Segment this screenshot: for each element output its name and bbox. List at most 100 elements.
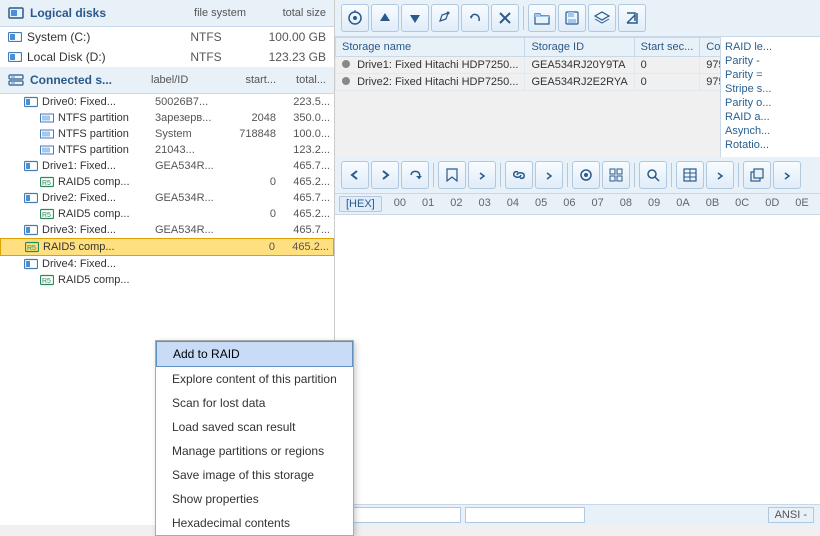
edit-icon [438,11,452,25]
search-button[interactable] [639,161,667,189]
table-down-button[interactable] [706,161,734,189]
context-explore-content[interactable]: Explore content of this partition [156,367,353,391]
chevron3-icon [716,168,724,182]
raid5-comp2[interactable]: R5 RAID5 comp... 0 465.2... [0,206,334,222]
info-asynch[interactable]: Asynch... [725,125,816,137]
drive0-label: 50026B7... [155,96,225,108]
table-row[interactable]: Drive2: Fixed Hitachi HDP7250... GEA534R… [336,74,721,91]
info-parity-order[interactable]: Parity o... [725,97,816,109]
status-input1[interactable] [341,507,461,523]
raid5-comp1[interactable]: R5 RAID5 comp... 0 465.2... [0,174,334,190]
toolbar-sep1 [523,6,524,30]
up-icon [378,11,392,25]
info-stripe-size[interactable]: Stripe s... [725,83,816,95]
context-manage-partitions[interactable]: Manage partitions or regions [156,439,353,463]
ntfs-part3[interactable]: NTFS partition 21043... 123.2... [0,142,334,158]
bookmark-down-button[interactable] [468,161,496,189]
ntfs-part1[interactable]: NTFS partition 3apезерв... 2048 350.0... [0,110,334,126]
back-button[interactable] [341,161,369,189]
folder-button[interactable] [528,4,556,32]
replay-icon [408,168,422,182]
storage-section: Storage name Storage ID Start sec... Cou… [335,37,820,157]
svg-text:R5: R5 [42,278,51,285]
undo-button[interactable] [461,4,489,32]
raid5-2-start: 0 [225,208,280,220]
export-button[interactable] [618,4,646,32]
link-down-button[interactable] [535,161,563,189]
down-button[interactable] [401,4,429,32]
bookmark-button[interactable] [438,161,466,189]
open-disk-button[interactable] [341,4,369,32]
copy-down-button[interactable] [773,161,801,189]
partition-icon2 [40,128,54,140]
info-parity-equals[interactable]: Parity = [725,69,816,81]
toolbar2-sep5 [671,163,672,187]
copy-icon [750,168,764,182]
toolbar2-sep3 [567,163,568,187]
drive3-item[interactable]: Drive3: Fixed... GEA534R... 465.7... [0,222,334,238]
storage-table: Storage name Storage ID Start sec... Cou… [335,37,720,91]
up-button[interactable] [371,4,399,32]
storage-table-wrapper: Storage name Storage ID Start sec... Cou… [335,37,720,157]
col-size-header: total size [246,7,326,19]
raid5-sel-name: RAID5 comp... [43,241,154,253]
context-scan-lost-data[interactable]: Scan for lost data [156,391,353,415]
context-load-scan[interactable]: Load saved scan result [156,415,353,439]
info-raid-level[interactable]: RAID le... [725,41,816,53]
close-icon [499,12,511,24]
raid5-comp4[interactable]: R5 RAID5 comp... [0,272,334,288]
hex-header: [HEX] 00 01 02 03 04 05 06 07 08 09 0A 0… [335,194,820,215]
context-add-to-raid[interactable]: Add to RAID [156,341,353,367]
drive2-label: GEA534R... [155,192,225,204]
drive1-item[interactable]: Drive1: Fixed... GEA534R... 465.7... [0,158,334,174]
undo-icon [468,11,482,25]
drive1-label: GEA534R... [155,160,225,172]
grid-button[interactable] [602,161,630,189]
context-show-properties[interactable]: Show properties [156,487,353,511]
drive4-name: Drive4: Fixed... [42,258,155,270]
col-storage-name: Storage name [336,38,525,57]
info-raid-array[interactable]: RAID a... [725,111,816,123]
context-save-image[interactable]: Save image of this storage [156,463,353,487]
chevron2-icon [545,168,553,182]
ntfs3-total: 123.2... [280,144,330,156]
table-button[interactable] [676,161,704,189]
close-button[interactable] [491,4,519,32]
folder-icon [534,11,550,25]
disk-item-d[interactable]: Local Disk (D:) NTFS 123.23 GB [0,47,334,67]
status-input2[interactable] [465,507,585,523]
save-button[interactable] [558,4,586,32]
right-panel: Storage name Storage ID Start sec... Cou… [335,0,820,525]
ntfs-part2[interactable]: NTFS partition System 718848 100.0... [0,126,334,142]
drive4-item[interactable]: Drive4: Fixed... [0,256,334,272]
raid5-selected[interactable]: R5 RAID5 comp... 0 465.2... [0,238,334,256]
forward-button[interactable] [371,161,399,189]
drive0-item[interactable]: Drive0: Fixed... 50026B7... 223.5... [0,94,334,110]
cc-total-hdr: total... [276,74,326,86]
replay-button[interactable] [401,161,429,189]
info-parity-minus[interactable]: Parity - [725,55,816,67]
connected-storages-icon [8,72,24,88]
ntfs2-name: NTFS partition [58,128,155,140]
connected-storages-title: Connected s... [30,73,112,87]
link-button[interactable] [505,161,533,189]
circle-button[interactable] [572,161,600,189]
logical-disk-icon [8,5,24,21]
hex-content[interactable] [335,215,820,504]
table-row[interactable]: Drive1: Fixed Hitachi HDP7250... GEA534R… [336,57,721,74]
svg-text:R5: R5 [42,212,51,219]
bookmark-icon [446,168,458,182]
disk-item-c[interactable]: System (C:) NTFS 100.00 GB [0,27,334,47]
ntfs2-start: 718848 [225,128,280,140]
export-icon [625,11,639,25]
status-bar: ANSI - [335,504,820,525]
info-rotation[interactable]: Rotatio... [725,139,816,151]
context-hex-contents[interactable]: Hexadecimal contents [156,511,353,535]
drive2-item[interactable]: Drive2: Fixed... GEA534R... 465.7... [0,190,334,206]
edit-button[interactable] [431,4,459,32]
copy-button[interactable] [743,161,771,189]
disk-c-fs: NTFS [166,30,246,44]
raid-icon4: R5 [40,274,54,286]
layers-button[interactable] [588,4,616,32]
ntfs1-name: NTFS partition [58,112,155,124]
